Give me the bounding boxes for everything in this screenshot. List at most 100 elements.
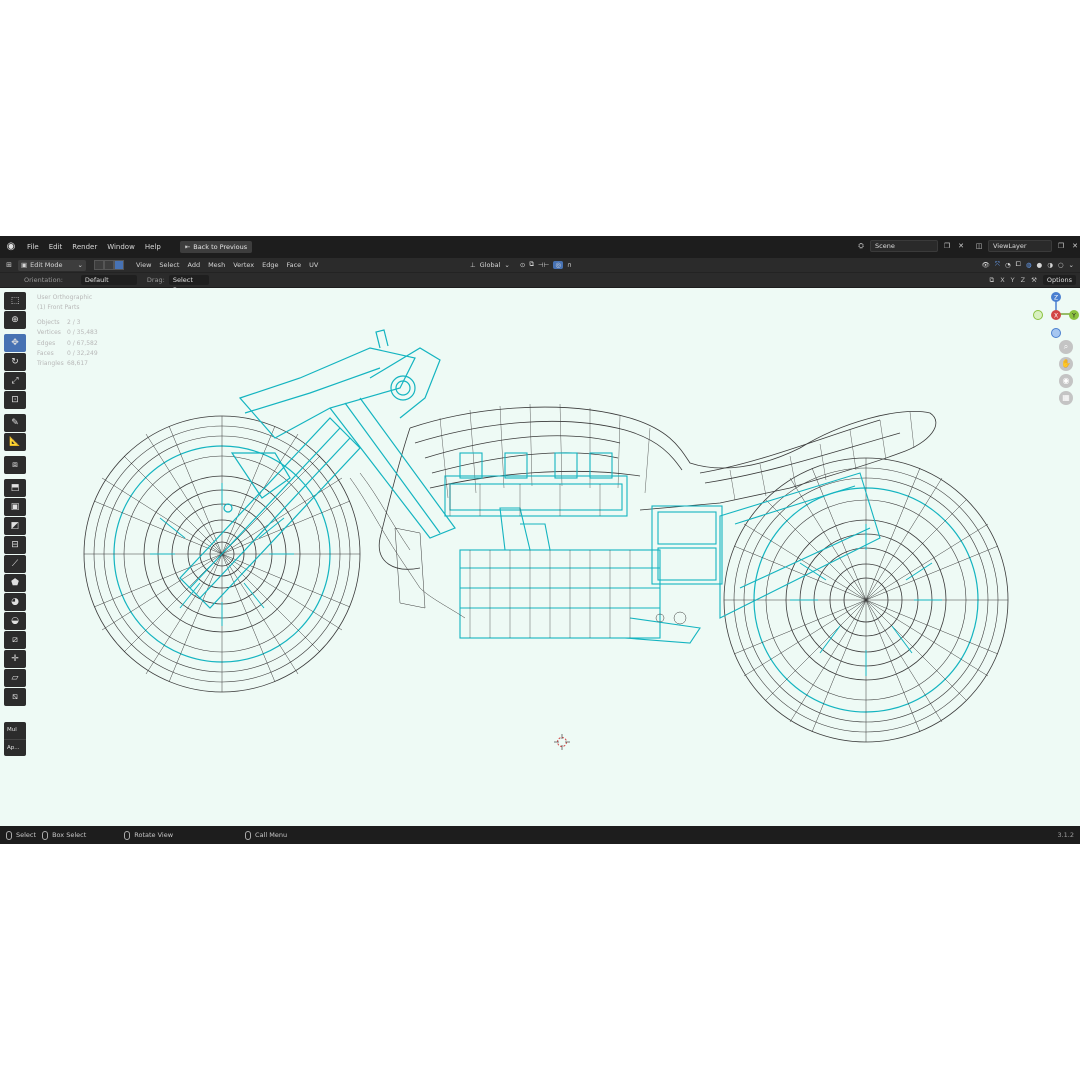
last-operator-panel[interactable]: Mul Ap... bbox=[4, 722, 26, 756]
move-tool-icon[interactable]: ✥ bbox=[4, 334, 26, 352]
menu-face[interactable]: Face bbox=[282, 261, 305, 269]
transform-orientation-icon: ⊥ bbox=[470, 260, 476, 269]
add-cube-tool-icon[interactable]: ⧈ bbox=[4, 456, 26, 474]
top-menu-bar: ◉ File Edit Render Window Help ⇤ Back to… bbox=[0, 236, 1080, 258]
edge-select-icon[interactable] bbox=[103, 260, 114, 270]
mouse-left-icon bbox=[6, 830, 12, 840]
loop-cut-tool-icon[interactable]: ⊟ bbox=[4, 536, 26, 554]
menu-render[interactable]: Render bbox=[67, 239, 102, 255]
mirror-z-toggle[interactable]: Z bbox=[1021, 276, 1025, 284]
menu-add[interactable]: Add bbox=[183, 261, 204, 269]
new-scene-icon[interactable]: ❐ bbox=[942, 241, 952, 251]
shear-tool-icon[interactable]: ▱ bbox=[4, 669, 26, 687]
solid-shading-icon[interactable]: ● bbox=[1037, 261, 1043, 269]
face-select-icon[interactable] bbox=[113, 260, 124, 270]
gizmo-neg-y-axis[interactable] bbox=[1033, 310, 1043, 320]
scale-tool-icon[interactable]: ⤢ bbox=[4, 372, 26, 390]
overlay-icon[interactable]: ◔ bbox=[1005, 261, 1011, 269]
version-label: 3.1.2 bbox=[1057, 831, 1074, 839]
last-operator-apply[interactable]: Ap... bbox=[4, 739, 26, 756]
material-shading-icon[interactable]: ◑ bbox=[1047, 261, 1053, 269]
mirror-options: ⧉ X Y Z ⚒ Options bbox=[990, 275, 1076, 285]
transform-tool-icon[interactable]: ⊡ bbox=[4, 391, 26, 409]
menu-edge[interactable]: Edge bbox=[258, 261, 282, 269]
falloff-icon[interactable]: ∩ bbox=[567, 261, 572, 269]
editor-type-icon[interactable]: ⊞ bbox=[4, 260, 14, 270]
menu-uv[interactable]: UV bbox=[305, 261, 322, 269]
new-view-layer-icon[interactable]: ❐ bbox=[1056, 241, 1066, 251]
edge-slide-tool-icon[interactable]: ⧄ bbox=[4, 631, 26, 649]
stat-row: Vertices 0 / 35,483 bbox=[37, 329, 98, 337]
scene-name-field[interactable]: Scene bbox=[870, 240, 938, 252]
mode-label: Edit Mode bbox=[30, 261, 63, 269]
proportional-edit-icon[interactable]: ◎ bbox=[553, 260, 563, 269]
smooth-tool-icon[interactable]: ◒ bbox=[4, 612, 26, 630]
menu-vertex[interactable]: Vertex bbox=[229, 261, 258, 269]
shrink-fatten-tool-icon[interactable]: ✛ bbox=[4, 650, 26, 668]
wireframe-shading-icon[interactable]: ◍ bbox=[1026, 261, 1032, 269]
pan-hand-icon[interactable]: ✋ bbox=[1059, 357, 1073, 371]
vertex-select-icon[interactable] bbox=[93, 260, 104, 270]
wrench-icon[interactable]: ⚒ bbox=[1031, 276, 1037, 284]
view-layer-icon[interactable]: ◫ bbox=[974, 241, 984, 251]
menu-select[interactable]: Select bbox=[155, 261, 183, 269]
last-operator-title[interactable]: Mul bbox=[4, 722, 26, 739]
select-mode-group bbox=[93, 260, 124, 270]
ortho-toggle-icon[interactable]: ▦ bbox=[1059, 391, 1073, 405]
blender-window: ◉ File Edit Render Window Help ⇤ Back to… bbox=[0, 236, 1080, 844]
rotate-tool-icon[interactable]: ↻ bbox=[4, 353, 26, 371]
engine-wireframe bbox=[444, 452, 881, 644]
annotate-tool-icon[interactable]: ✎ bbox=[4, 414, 26, 432]
mouse-drag-icon bbox=[42, 830, 49, 840]
extrude-tool-icon[interactable]: ⬒ bbox=[4, 479, 26, 497]
snap-icon[interactable]: ⧉ bbox=[529, 260, 534, 269]
navigation-gizmo: Z X Y ⌕ ✋ ◉ ▦ bbox=[1020, 288, 1080, 438]
3d-viewport[interactable]: User Orthographic (1) Front Parts Object… bbox=[0, 288, 1080, 826]
gizmo-neg-z-axis[interactable] bbox=[1051, 328, 1061, 338]
bevel-tool-icon[interactable]: ◩ bbox=[4, 517, 26, 535]
menu-mesh[interactable]: Mesh bbox=[204, 261, 229, 269]
menu-window[interactable]: Window bbox=[102, 239, 140, 255]
measure-tool-icon[interactable]: 📐 bbox=[4, 433, 26, 451]
back-to-previous-button[interactable]: ⇤ Back to Previous bbox=[179, 241, 253, 253]
blender-logo-icon[interactable]: ◉ bbox=[4, 240, 18, 254]
mirror-y-toggle[interactable]: Y bbox=[1011, 276, 1015, 284]
visibility-icon[interactable]: 👁 bbox=[982, 261, 990, 269]
scene-icon[interactable]: ⛭ bbox=[856, 241, 866, 251]
spin-tool-icon[interactable]: ◕ bbox=[4, 593, 26, 611]
poly-build-tool-icon[interactable]: ⬟ bbox=[4, 574, 26, 592]
snap-target-icon[interactable]: ⊣⊢ bbox=[538, 261, 549, 269]
menu-file[interactable]: File bbox=[22, 239, 44, 255]
collection-label: (1) Front Parts bbox=[37, 304, 80, 312]
zoom-icon[interactable]: ⌕ bbox=[1059, 340, 1073, 354]
status-select: Select bbox=[6, 830, 36, 840]
orientation-dropdown[interactable]: Default bbox=[80, 275, 137, 285]
viewport-header: ⊞ ▣ Edit Mode ⌄ View Select Add Mesh Ver… bbox=[0, 258, 1080, 272]
rendered-shading-icon[interactable]: ○ bbox=[1058, 261, 1064, 269]
viewport-statistics: Objects 2 / 3 Vertices 0 / 35,483 Edges 0 /… bbox=[37, 318, 98, 369]
orientation-label: Orientation: bbox=[24, 276, 63, 284]
view-layer-field[interactable]: ViewLayer bbox=[988, 240, 1052, 252]
gizmo-toggle-icon[interactable]: ⤧ bbox=[995, 260, 1000, 269]
delete-scene-icon[interactable]: ✕ bbox=[956, 241, 966, 251]
drag-dropdown[interactable]: Select Box bbox=[168, 275, 209, 294]
xray-icon[interactable]: ⧠ bbox=[1016, 260, 1021, 269]
mode-dropdown[interactable]: ▣ Edit Mode ⌄ bbox=[18, 259, 86, 271]
select-tool-icon[interactable]: ⬚ bbox=[4, 292, 26, 310]
menu-view[interactable]: View bbox=[132, 261, 155, 269]
pivot-icon[interactable]: ⊙ bbox=[520, 261, 525, 269]
status-rotate-view: Rotate View bbox=[124, 830, 173, 840]
menu-edit[interactable]: Edit bbox=[44, 239, 68, 255]
options-dropdown[interactable]: Options bbox=[1042, 275, 1076, 285]
cursor-tool-icon[interactable]: ⊕ bbox=[4, 311, 26, 329]
rip-region-tool-icon[interactable]: ⧅ bbox=[4, 688, 26, 706]
transform-orientation-dropdown[interactable]: Global bbox=[480, 261, 501, 269]
mirror-x-toggle[interactable]: X bbox=[1000, 276, 1004, 284]
status-call-menu: Call Menu bbox=[245, 830, 287, 840]
delete-view-layer-icon[interactable]: ✕ bbox=[1070, 241, 1080, 251]
camera-view-icon[interactable]: ◉ bbox=[1059, 374, 1073, 388]
viewport-shading-controls: 👁 ⤧ ◔ ⧠ ◍ ● ◑ ○ ⌄ bbox=[982, 260, 1074, 269]
knife-tool-icon[interactable]: ⟋ bbox=[4, 555, 26, 573]
menu-help[interactable]: Help bbox=[140, 239, 166, 255]
inset-tool-icon[interactable]: ▣ bbox=[4, 498, 26, 516]
